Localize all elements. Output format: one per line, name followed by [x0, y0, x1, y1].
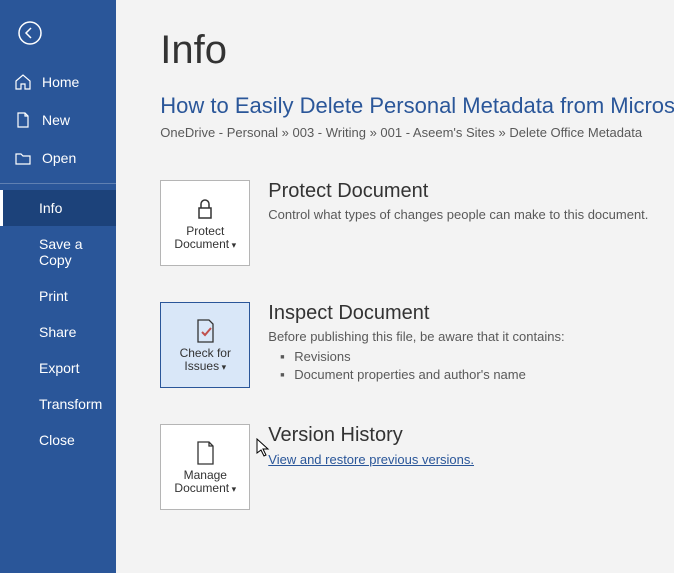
protect-heading: Protect Document [268, 180, 674, 203]
nav-export[interactable]: Export [0, 350, 116, 386]
open-icon [14, 149, 32, 167]
chevron-down-icon: ▾ [229, 484, 236, 494]
nav-transform-label: Transform [39, 396, 102, 412]
backstage-sidebar: Home New Open Info Save a Copy Print Sha… [0, 0, 116, 573]
nav-close-label: Close [39, 432, 75, 448]
nav-open[interactable]: Open [0, 139, 116, 177]
check-document-icon [191, 317, 219, 345]
manage-document-tile[interactable]: Manage Document ▾ [160, 424, 250, 510]
lock-icon [191, 195, 219, 223]
nav-print-label: Print [39, 288, 68, 304]
nav-info[interactable]: Info [0, 190, 116, 226]
issue-item: Revisions [268, 348, 674, 366]
nav-home[interactable]: Home [0, 63, 116, 101]
chevron-down-icon: ▾ [219, 362, 226, 372]
nav-export-label: Export [39, 360, 79, 376]
protect-tile-label: Protect Document ▾ [165, 225, 245, 251]
nav-share-label: Share [39, 324, 76, 340]
nav-close[interactable]: Close [0, 422, 116, 458]
back-button[interactable] [12, 15, 48, 51]
issue-item: Document properties and author's name [268, 366, 674, 384]
protect-document-tile[interactable]: Protect Document ▾ [160, 180, 250, 266]
info-main-panel: Info How to Easily Delete Personal Metad… [116, 0, 674, 573]
page-title: Info [160, 28, 674, 73]
document-title: How to Easily Delete Personal Metadata f… [160, 93, 674, 119]
inspect-section: Check for Issues ▾ Inspect Document Befo… [160, 302, 674, 388]
version-heading: Version History [268, 424, 674, 447]
back-arrow-icon [18, 21, 42, 45]
nav-open-label: Open [42, 150, 76, 166]
home-icon [14, 73, 32, 91]
nav-separator [0, 183, 116, 184]
nav-transform[interactable]: Transform [0, 386, 116, 422]
inspect-heading: Inspect Document [268, 302, 674, 325]
manage-doc-tile-label: Manage Document ▾ [165, 469, 245, 495]
chevron-down-icon: ▾ [229, 240, 236, 250]
check-issues-tile-label: Check for Issues ▾ [165, 347, 245, 373]
document-icon [191, 439, 219, 467]
inspect-desc: Before publishing this file, be aware th… [268, 329, 674, 344]
protect-section: Protect Document ▾ Protect Document Cont… [160, 180, 674, 266]
version-history-link[interactable]: View and restore previous versions. [268, 452, 474, 467]
version-section: Manage Document ▾ Version History View a… [160, 424, 674, 510]
protect-desc: Control what types of changes people can… [268, 207, 674, 222]
nav-new[interactable]: New [0, 101, 116, 139]
nav-home-label: Home [42, 74, 79, 90]
new-icon [14, 111, 32, 129]
nav-share[interactable]: Share [0, 314, 116, 350]
nav-save-copy-label: Save a Copy [39, 236, 102, 268]
inspect-issues-list: Revisions Document properties and author… [268, 348, 674, 384]
nav-info-label: Info [39, 200, 62, 216]
check-for-issues-tile[interactable]: Check for Issues ▾ [160, 302, 250, 388]
breadcrumb: OneDrive - Personal » 003 - Writing » 00… [160, 125, 674, 140]
nav-new-label: New [42, 112, 70, 128]
nav-save-copy[interactable]: Save a Copy [0, 226, 116, 278]
nav-print[interactable]: Print [0, 278, 116, 314]
